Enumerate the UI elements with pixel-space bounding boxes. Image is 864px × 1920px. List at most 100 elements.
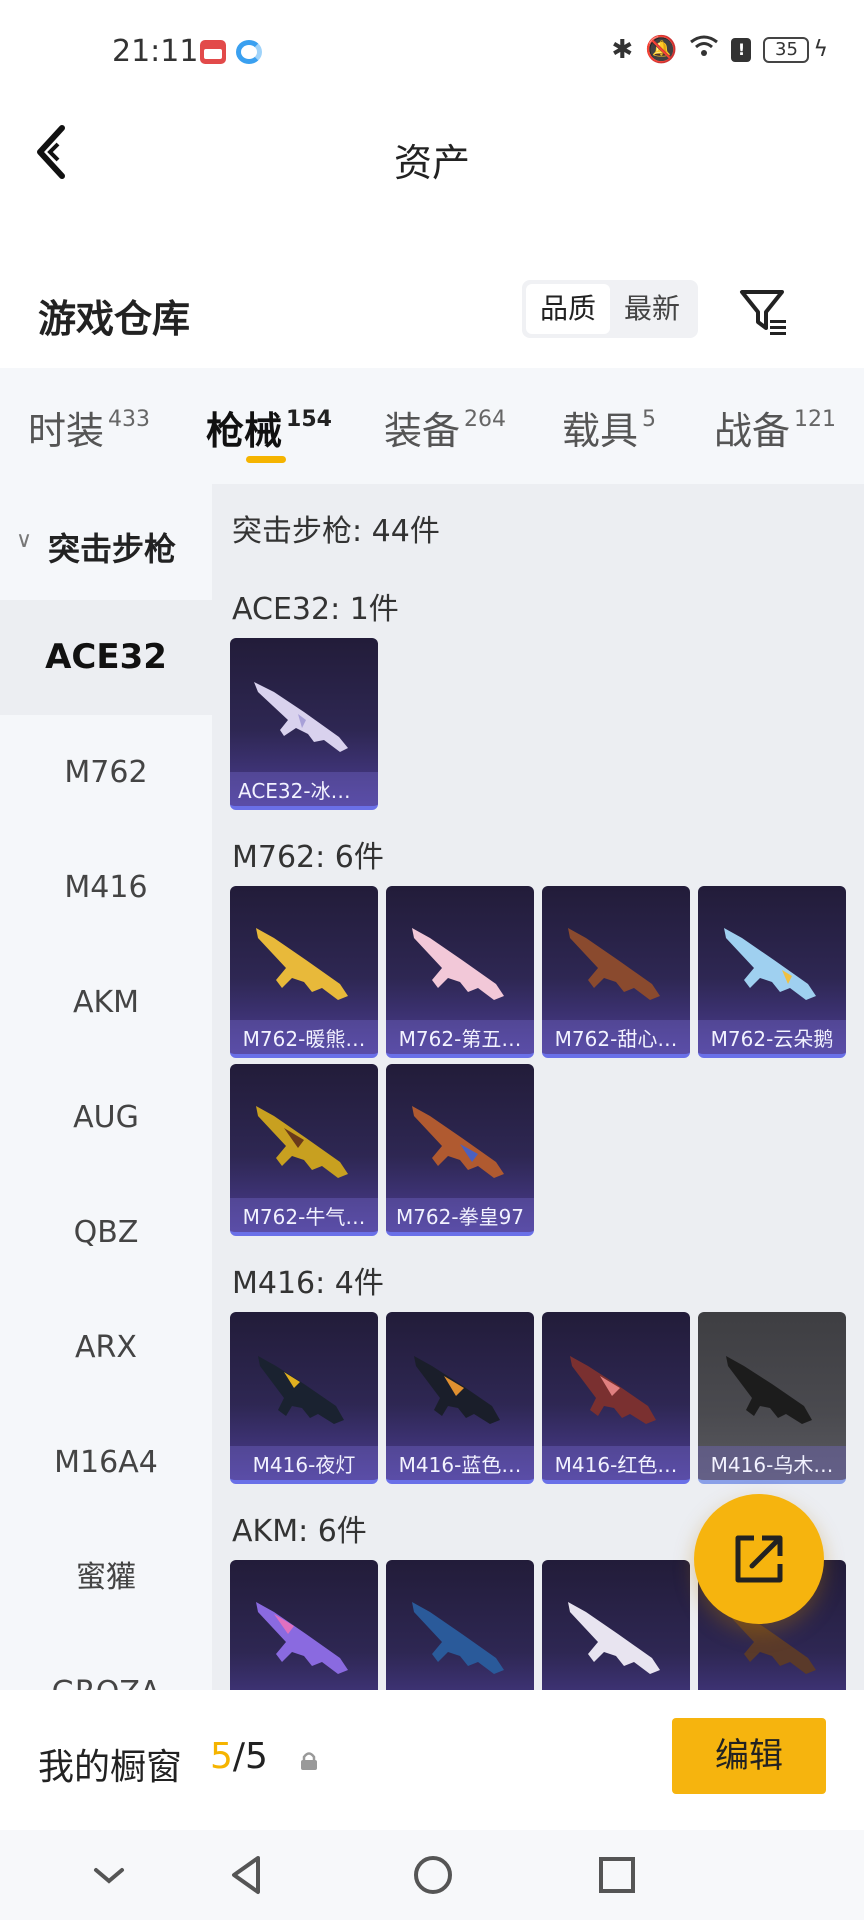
- rifle-skin-image: [412, 1106, 504, 1178]
- edit-button[interactable]: 编辑: [672, 1718, 826, 1794]
- triangle-back-icon: [232, 1856, 260, 1894]
- showcase-label: 我的橱窗: [38, 1747, 183, 1788]
- sort-quality-option[interactable]: 品质: [526, 284, 611, 334]
- sidebar-item-groza[interactable]: GROZA: [0, 1635, 212, 1690]
- status-time: 21:11: [112, 34, 199, 69]
- circle-home-icon: [414, 1856, 452, 1894]
- tab-count: 121: [794, 407, 837, 432]
- rifle-skin-image: [570, 1356, 656, 1424]
- weapon-card[interactable]: M762-拳皇97: [386, 1064, 534, 1236]
- nav-back-button[interactable]: [222, 1850, 272, 1900]
- weapon-card[interactable]: M416-夜灯: [230, 1312, 378, 1484]
- sidebar-item-m16a4[interactable]: M16A4: [0, 1405, 212, 1520]
- rifle-skin-image: [412, 1602, 504, 1674]
- section-title: 游戏仓库: [38, 297, 191, 341]
- system-navigation-bar: [0, 1830, 864, 1920]
- nav-hide-button[interactable]: [84, 1850, 134, 1900]
- charging-icon: ϟ: [813, 37, 828, 62]
- showcase-current: 5: [210, 1736, 233, 1777]
- nav-home-button[interactable]: [408, 1850, 458, 1900]
- weapon-card-name: M416-夜灯: [252, 1453, 356, 1477]
- weapon-card[interactable]: M762-云朵鹅: [698, 886, 846, 1058]
- share-export-icon: [735, 1535, 783, 1583]
- tab-label: 战备: [714, 409, 791, 453]
- tab-equipment[interactable]: 装备 264: [384, 400, 506, 455]
- showcase-bar: 我的橱窗 5/5 编辑: [0, 1690, 864, 1830]
- rifle-skin-image: [258, 1356, 344, 1424]
- rifle-skin-image: [568, 1602, 660, 1674]
- share-fab-button[interactable]: [694, 1494, 824, 1624]
- tab-count: 5: [642, 407, 657, 432]
- top-header: 资产: [0, 100, 864, 210]
- tab-label: 装备: [384, 409, 461, 453]
- weapon-card[interactable]: [386, 1560, 534, 1690]
- sidebar-item-m762[interactable]: M762: [0, 715, 212, 830]
- tab-label: 枪械: [206, 409, 283, 453]
- weapon-card-name: M762-第五…: [398, 1027, 522, 1051]
- weapon-card[interactable]: M762-暖熊…: [230, 886, 378, 1058]
- sidebar-item-m416[interactable]: M416: [0, 830, 212, 945]
- sort-newest-option[interactable]: 最新: [610, 284, 694, 334]
- weapon-card[interactable]: ACE32-冰晶…: [230, 638, 378, 810]
- category-tabs: 时装 433 枪械 154 装备 264 载具 5 战备 121: [0, 368, 864, 484]
- weapon-card-name: M762-拳皇97: [395, 1205, 525, 1229]
- rifle-skin-image: [254, 682, 348, 752]
- rifle-skin-image: [256, 1602, 348, 1674]
- sidebar-item-ace32[interactable]: ACE32: [0, 600, 212, 715]
- rifle-skin-image: [568, 928, 660, 1000]
- sidebar-item-arx[interactable]: ARX: [0, 1290, 212, 1405]
- chevron-down-icon: ∨: [16, 528, 33, 553]
- sidebar-item-honey-badger[interactable]: 蜜獾: [0, 1520, 212, 1635]
- rifle-skin-image: [256, 928, 348, 1000]
- tab-fashion[interactable]: 时装 433: [28, 400, 150, 455]
- weapon-card[interactable]: M416-红色…: [542, 1312, 690, 1484]
- sidebar-item-aug[interactable]: AUG: [0, 1060, 212, 1175]
- status-bar: 21:11 ✱ 🔕 ! 35 ϟ: [0, 0, 864, 100]
- tab-vehicles[interactable]: 载具 5: [562, 400, 656, 455]
- weapon-card-name: M762-暖熊…: [242, 1027, 366, 1051]
- weapon-card[interactable]: [542, 1560, 690, 1690]
- sidebar-item-qbz[interactable]: QBZ: [0, 1175, 212, 1290]
- filter-icon: [740, 290, 786, 335]
- tab-label: 时装: [28, 409, 105, 453]
- weapon-card[interactable]: M762-牛气…: [230, 1064, 378, 1236]
- sidebar-group-assault-rifles[interactable]: ∨ 突击步枪: [0, 484, 212, 600]
- weapon-card-name: M762-牛气…: [242, 1205, 366, 1229]
- group-label-ace32: ACE32: 1件: [232, 592, 399, 627]
- rifle-skin-image: [726, 1356, 812, 1424]
- wifi-icon: [689, 34, 719, 65]
- weapon-card[interactable]: [230, 1560, 378, 1690]
- filter-button[interactable]: [738, 286, 790, 338]
- status-icons: ✱ 🔕 ! 35 ϟ: [611, 34, 828, 65]
- chevron-down-icon: [94, 1868, 124, 1884]
- weapon-card-name: M416-乌木…: [710, 1453, 834, 1477]
- weapon-card[interactable]: M762-甜心…: [542, 886, 690, 1058]
- notification-app-icon: [200, 40, 226, 64]
- sidebar-item-akm[interactable]: AKM: [0, 945, 212, 1060]
- page-title: 资产: [393, 141, 470, 185]
- weapon-type-sidebar: ∨ 突击步枪 ACE32 M762 M416 AKM AUG QBZ ARX M…: [0, 484, 212, 1690]
- group-label-m762: M762: 6件: [232, 840, 384, 875]
- group-label-m416: M416: 4件: [232, 1266, 384, 1301]
- weapon-card-name: M416-红色…: [554, 1453, 678, 1477]
- sidebar-group-label: 突击步枪: [48, 530, 177, 568]
- weapon-card[interactable]: M416-乌木…: [698, 1312, 846, 1484]
- notification-browser-icon: [236, 40, 262, 64]
- rifle-skin-image: [724, 928, 816, 1000]
- active-tab-indicator: [246, 456, 286, 463]
- weapon-card[interactable]: M762-第五…: [386, 886, 534, 1058]
- tab-supplies[interactable]: 战备 121: [714, 400, 836, 455]
- bluetooth-icon: ✱: [611, 34, 634, 65]
- mute-icon: 🔕: [645, 34, 678, 65]
- lock-icon: [301, 1752, 317, 1770]
- sort-toggle: 品质 最新: [522, 280, 699, 338]
- nav-recents-button[interactable]: [592, 1850, 642, 1900]
- weapon-card-name: M762-甜心…: [554, 1027, 678, 1051]
- category-total: 突击步枪: 44件: [232, 514, 440, 549]
- tab-label: 载具: [562, 409, 639, 453]
- group-label-akm: AKM: 6件: [232, 1514, 367, 1549]
- showcase-count: 5/5: [210, 1736, 268, 1777]
- tab-weapons[interactable]: 枪械 154: [206, 400, 332, 455]
- tab-count: 264: [464, 407, 507, 432]
- weapon-card[interactable]: M416-蓝色…: [386, 1312, 534, 1484]
